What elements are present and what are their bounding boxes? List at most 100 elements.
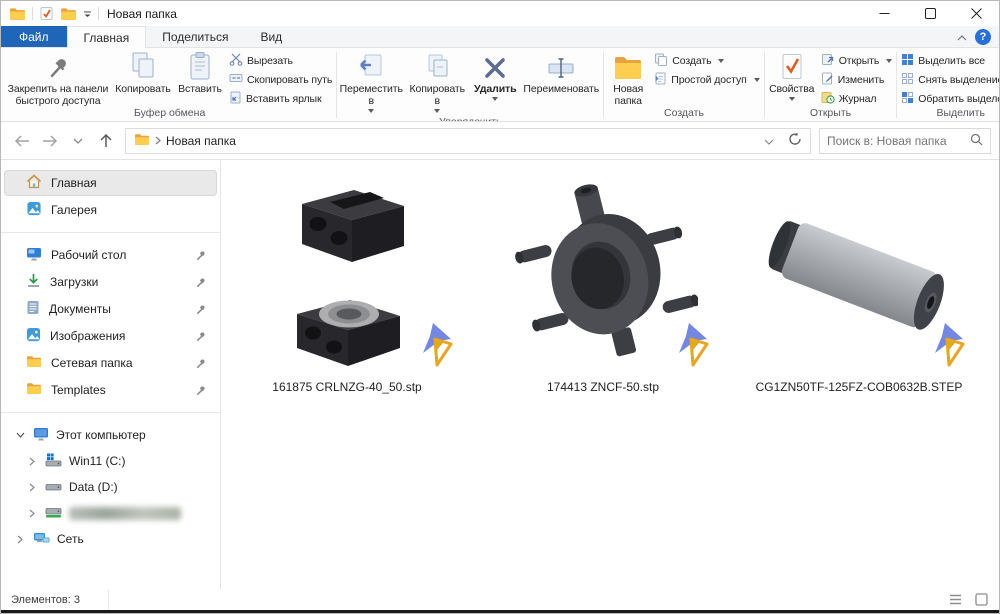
tab-view[interactable]: Вид	[244, 26, 298, 47]
copy-button[interactable]: Копировать	[112, 49, 174, 95]
move-to-button[interactable]: Переместить в	[338, 49, 404, 116]
chevron-right-icon[interactable]	[14, 535, 26, 544]
qat-dropdown-icon[interactable]	[83, 10, 92, 18]
select-all-button[interactable]: Выделить все	[901, 53, 999, 68]
new-item-dropdown-icon	[718, 59, 724, 66]
forward-button[interactable]	[37, 128, 63, 154]
file-item[interactable]: CG1ZN50TF-125FZ-COB0632B.STEP	[753, 172, 965, 394]
close-button[interactable]	[953, 1, 999, 26]
folder-icon	[26, 355, 42, 371]
search-input[interactable]	[827, 134, 970, 148]
status-bar: Элементов: 3	[1, 589, 999, 610]
copy-to-icon	[423, 51, 451, 81]
rename-button[interactable]: Переименовать	[520, 49, 602, 95]
qat-properties-icon[interactable]	[39, 6, 54, 21]
sidebar-item-desktop[interactable]: Рабочий стол	[4, 242, 217, 268]
paste-shortcut-button[interactable]: Вставить ярлык	[229, 91, 332, 106]
file-item[interactable]: 174413 ZNCF-50.stp	[497, 172, 709, 394]
window-bottom-edge	[1, 610, 999, 613]
tab-home[interactable]: Главная	[67, 26, 147, 48]
ribbon-group-select: Выделить все Снять выделение Обратить вы…	[897, 49, 999, 121]
address-dropdown-icon[interactable]	[764, 134, 774, 148]
drive-icon	[45, 479, 62, 496]
history-button[interactable]: Журнал	[821, 91, 893, 106]
copy-path-button[interactable]: Скопировать путь	[229, 72, 332, 87]
qat-new-folder-icon[interactable]	[60, 7, 77, 21]
explorer-window: Новая папка Файл Главная Поделиться Вид …	[0, 0, 1000, 614]
sidebar-item-documents[interactable]: Документы	[4, 296, 217, 322]
file-item[interactable]: 161875 CRLNZG-40_50.stp	[241, 172, 453, 394]
refresh-icon[interactable]	[788, 132, 802, 149]
file-list-area[interactable]: 161875 CRLNZG-40_50.stp	[221, 160, 999, 589]
group-label-create: Создать	[605, 107, 762, 121]
tab-share[interactable]: Поделиться	[146, 26, 244, 47]
easy-access-button[interactable]: Простой доступ	[654, 72, 759, 87]
drive-windows-icon	[45, 453, 62, 470]
minimize-button[interactable]	[861, 1, 907, 26]
large-icons-view-icon[interactable]	[971, 591, 991, 609]
sidebar-item-pictures[interactable]: Изображения	[4, 323, 217, 349]
search-box[interactable]	[819, 128, 991, 154]
sidebar-item-templates[interactable]: Templates	[4, 377, 217, 403]
delete-button[interactable]: Удалить	[470, 49, 520, 104]
edit-button[interactable]: Изменить	[821, 72, 893, 87]
maximize-button[interactable]	[907, 1, 953, 26]
tab-file[interactable]: Файл	[1, 26, 67, 47]
recent-locations-icon[interactable]	[65, 128, 91, 154]
this-pc-icon	[33, 427, 49, 444]
cad-app-overlay-icon	[675, 323, 709, 370]
sidebar-item-drive-redacted[interactable]	[4, 500, 217, 526]
file-thumbnail-cad-cylinder	[759, 172, 959, 376]
open-button[interactable]: Открыть	[821, 53, 893, 68]
collapse-ribbon-icon[interactable]	[957, 30, 967, 44]
new-folder-button[interactable]: Новая папка	[605, 49, 651, 107]
chevron-right-icon[interactable]	[26, 509, 38, 518]
sidebar-item-network-folder[interactable]: Сетевая папка	[4, 350, 217, 376]
navigation-bar: Новая папка	[1, 122, 999, 160]
history-icon	[821, 91, 835, 107]
sidebar-item-home[interactable]: Главная	[4, 170, 217, 196]
file-name[interactable]: 174413 ZNCF-50.stp	[547, 380, 659, 394]
details-view-icon[interactable]	[945, 591, 965, 609]
file-name[interactable]: 161875 CRLNZG-40_50.stp	[272, 380, 421, 394]
open-icon	[821, 53, 835, 69]
ribbon-tab-bar: Файл Главная Поделиться Вид ?	[1, 26, 999, 48]
group-label-open: Открыть	[766, 107, 896, 121]
new-item-button[interactable]: Создать	[654, 53, 759, 68]
properties-button[interactable]: Свойства	[766, 49, 818, 104]
new-item-icon	[654, 53, 668, 69]
move-to-icon	[357, 51, 385, 81]
invert-selection-button[interactable]: Обратить выделение	[901, 91, 999, 106]
select-none-button[interactable]: Снять выделение	[901, 72, 999, 87]
breadcrumb[interactable]: Новая папка	[166, 134, 236, 148]
paste-shortcut-icon	[229, 91, 242, 107]
back-button[interactable]	[9, 128, 35, 154]
sidebar-item-network[interactable]: Сеть	[4, 526, 217, 552]
sidebar-item-downloads[interactable]: Загрузки	[4, 269, 217, 295]
sidebar-item-this-pc[interactable]: Этот компьютер	[4, 422, 217, 448]
copy-to-dropdown-icon	[434, 109, 440, 116]
cut-scissors-icon	[229, 53, 243, 69]
files-grid: 161875 CRLNZG-40_50.stp	[241, 172, 999, 394]
up-button[interactable]	[93, 128, 119, 154]
pin-to-quick-access-button[interactable]: Закрепить на панели быстрого доступа	[4, 49, 112, 107]
gallery-icon	[26, 201, 42, 219]
help-icon[interactable]: ?	[975, 29, 991, 45]
window-controls	[861, 1, 999, 26]
copy-to-button[interactable]: Копировать в	[404, 49, 470, 116]
app-folder-icon	[9, 7, 26, 21]
search-icon[interactable]	[970, 133, 983, 149]
paste-button[interactable]: Вставить	[174, 49, 226, 95]
cut-button[interactable]: Вырезать	[229, 53, 332, 68]
chevron-down-icon[interactable]	[14, 432, 26, 438]
sidebar-item-gallery[interactable]: Галерея	[4, 197, 217, 223]
address-bar[interactable]: Новая папка	[125, 128, 811, 154]
new-folder-icon	[613, 51, 643, 81]
file-name[interactable]: CG1ZN50TF-125FZ-COB0632B.STEP	[756, 380, 963, 394]
chevron-right-icon[interactable]	[26, 457, 38, 466]
chevron-right-icon[interactable]	[26, 483, 38, 492]
sidebar-item-drive-d[interactable]: Data (D:)	[4, 474, 217, 500]
sidebar-item-drive-c[interactable]: Win11 (C:)	[4, 448, 217, 474]
drive-capacity-icon	[45, 505, 62, 522]
sidebar-divider	[1, 412, 220, 413]
